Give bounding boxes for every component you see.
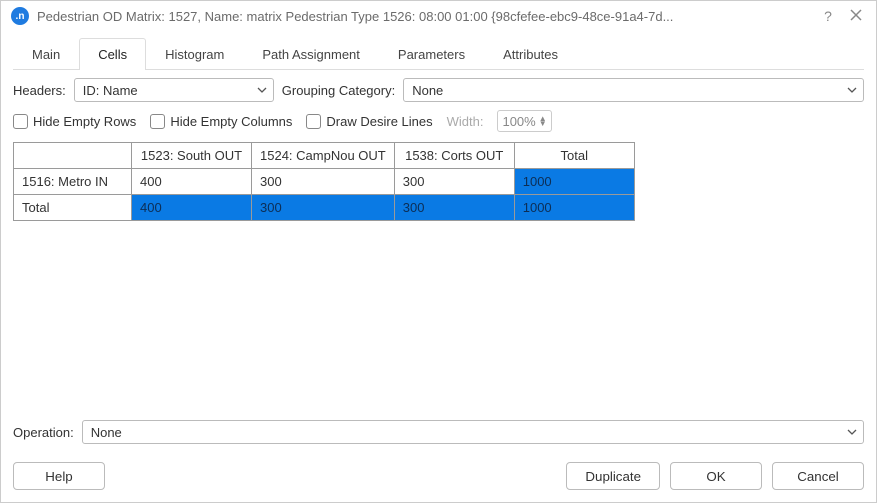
table-row: 1516: Metro IN 400 300 300 1000 — [14, 169, 635, 195]
spinner-arrows-icon: ▲▼ — [539, 116, 547, 126]
draw-desire-lines-checkbox[interactable]: Draw Desire Lines — [306, 114, 432, 129]
cell[interactable]: 400 — [132, 169, 252, 195]
chevron-down-icon — [847, 429, 857, 435]
row-header[interactable]: 1516: Metro IN — [14, 169, 132, 195]
titlebar: .n Pedestrian OD Matrix: 1527, Name: mat… — [1, 1, 876, 31]
cell[interactable]: 300 — [394, 195, 514, 221]
cell[interactable]: 400 — [132, 195, 252, 221]
operation-label: Operation: — [13, 425, 74, 440]
headers-value: ID: Name — [83, 83, 138, 98]
checkbox-icon — [306, 114, 321, 129]
col-header[interactable]: 1524: CampNou OUT — [252, 143, 395, 169]
duplicate-button[interactable]: Duplicate — [566, 462, 660, 490]
hide-empty-columns-label: Hide Empty Columns — [170, 114, 292, 129]
headers-select[interactable]: ID: Name — [74, 78, 274, 102]
matrix-corner — [14, 143, 132, 169]
col-header-total[interactable]: Total — [514, 143, 634, 169]
operation-value: None — [91, 425, 122, 440]
cell-total[interactable]: 1000 — [514, 169, 634, 195]
ok-button[interactable]: OK — [670, 462, 762, 490]
tab-bar: Main Cells Histogram Path Assignment Par… — [13, 37, 864, 70]
hide-empty-rows-checkbox[interactable]: Hide Empty Rows — [13, 114, 136, 129]
headers-label: Headers: — [13, 83, 66, 98]
close-icon[interactable] — [846, 8, 866, 24]
cancel-button[interactable]: Cancel — [772, 462, 864, 490]
operation-select[interactable]: None — [82, 420, 864, 444]
row-header-total[interactable]: Total — [14, 195, 132, 221]
col-header[interactable]: 1523: South OUT — [132, 143, 252, 169]
width-spinner[interactable]: 100% ▲▼ — [497, 110, 551, 132]
dialog-footer: Help Duplicate OK Cancel — [1, 454, 876, 502]
hide-empty-rows-label: Hide Empty Rows — [33, 114, 136, 129]
width-label: Width: — [447, 114, 484, 129]
help-button[interactable]: Help — [13, 462, 105, 490]
checkbox-icon — [150, 114, 165, 129]
width-value: 100% — [502, 114, 535, 129]
col-header[interactable]: 1538: Corts OUT — [394, 143, 514, 169]
chevron-down-icon — [847, 87, 857, 93]
tab-path-assignment[interactable]: Path Assignment — [243, 38, 379, 70]
tab-parameters[interactable]: Parameters — [379, 38, 484, 70]
draw-desire-lines-label: Draw Desire Lines — [326, 114, 432, 129]
grouping-label: Grouping Category: — [282, 83, 395, 98]
cell[interactable]: 300 — [252, 169, 395, 195]
grouping-value: None — [412, 83, 443, 98]
window-title: Pedestrian OD Matrix: 1527, Name: matrix… — [37, 9, 810, 24]
table-row-total: Total 400 300 300 1000 — [14, 195, 635, 221]
cell-total[interactable]: 1000 — [514, 195, 634, 221]
app-icon: .n — [11, 7, 29, 25]
checkbox-icon — [13, 114, 28, 129]
tab-histogram[interactable]: Histogram — [146, 38, 243, 70]
tab-cells[interactable]: Cells — [79, 38, 146, 70]
cell[interactable]: 300 — [394, 169, 514, 195]
hide-empty-columns-checkbox[interactable]: Hide Empty Columns — [150, 114, 292, 129]
help-icon[interactable]: ? — [818, 8, 838, 24]
cell[interactable]: 300 — [252, 195, 395, 221]
od-matrix-table: 1523: South OUT 1524: CampNou OUT 1538: … — [13, 142, 635, 221]
grouping-select[interactable]: None — [403, 78, 864, 102]
chevron-down-icon — [257, 87, 267, 93]
tab-main[interactable]: Main — [13, 38, 79, 70]
tab-attributes[interactable]: Attributes — [484, 38, 577, 70]
